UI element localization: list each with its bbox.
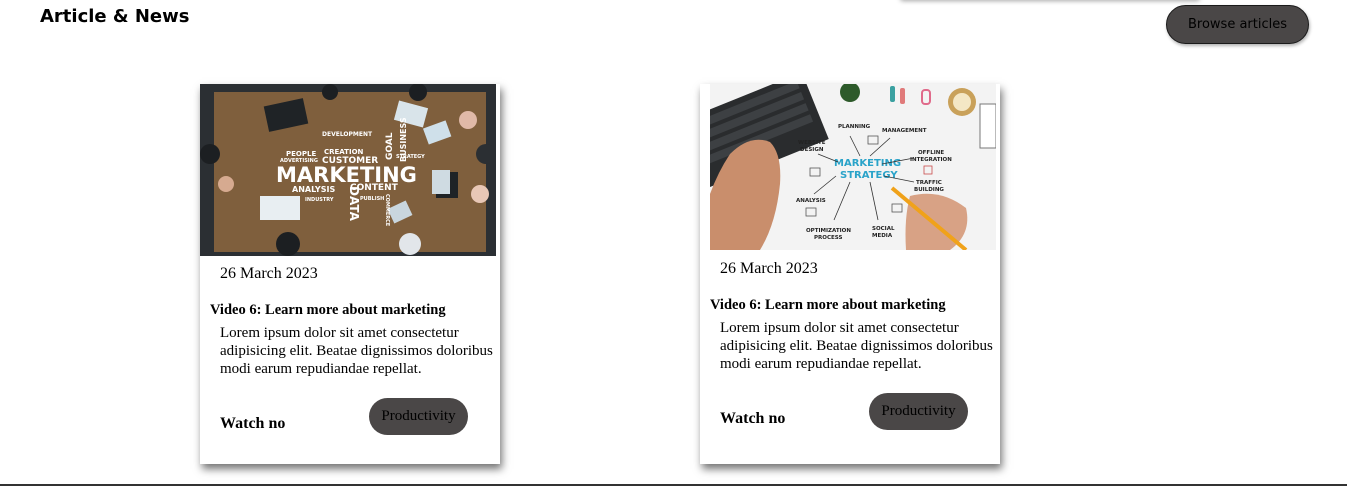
article-date: 26 March 2023 <box>720 260 818 277</box>
svg-text:ANALYSIS: ANALYSIS <box>796 198 826 204</box>
svg-text:SOCIAL: SOCIAL <box>872 226 895 232</box>
svg-text:COMMERCE: COMMERCE <box>384 194 390 227</box>
svg-text:PUBLISH: PUBLISH <box>360 196 384 202</box>
svg-text:STRATEGY: STRATEGY <box>396 154 425 160</box>
svg-text:PROCESS: PROCESS <box>814 235 842 241</box>
article-date: 26 March 2023 <box>220 265 318 282</box>
svg-text:OPTIMIZATION: OPTIMIZATION <box>806 228 851 234</box>
svg-text:STRATEGY: STRATEGY <box>840 170 898 181</box>
svg-text:PEOPLE: PEOPLE <box>286 150 316 158</box>
svg-text:TRAFFIC: TRAFFIC <box>916 180 942 186</box>
svg-text:DESIGN: DESIGN <box>800 147 824 153</box>
article-body: Lorem ipsum dolor sit amet consectetur a… <box>720 320 993 372</box>
productivity-tag-button[interactable]: Productivity <box>369 398 468 435</box>
article-title: Video 6: Learn more about marketing <box>710 297 946 313</box>
svg-text:INTEGRATION: INTEGRATION <box>910 157 952 163</box>
svg-text:PLANNING: PLANNING <box>838 124 871 130</box>
svg-text:INDUSTRY: INDUSTRY <box>305 197 334 203</box>
svg-text:MEDIA: MEDIA <box>872 233 893 239</box>
svg-text:MARKETING: MARKETING <box>834 158 901 169</box>
svg-text:MANAGEMENT: MANAGEMENT <box>882 128 927 134</box>
watch-now-link[interactable]: Watch no <box>720 410 785 428</box>
article-image: MARKETING STRATEGY PLANNING MANAGEMENT W… <box>710 84 996 250</box>
svg-text:WEBSITE: WEBSITE <box>798 140 826 146</box>
productivity-tag-button[interactable]: Productivity <box>869 393 968 430</box>
browse-articles-button[interactable]: Browse articles <box>1166 5 1309 44</box>
watch-now-link[interactable]: Watch no <box>220 415 285 433</box>
article-title: Video 6: Learn more about marketing <box>210 302 446 318</box>
article-card: MARKETING STRATEGY PLANNING MANAGEMENT W… <box>700 84 1000 464</box>
page-title: Article & News <box>40 6 190 27</box>
article-body: Lorem ipsum dolor sit amet consectetur a… <box>220 325 493 377</box>
article-card: DEVELOPMENT CREATION CUSTOMER GOAL BUSIN… <box>200 84 500 464</box>
svg-text:OFFLINE: OFFLINE <box>918 150 944 156</box>
svg-text:DEVELOPMENT: DEVELOPMENT <box>322 131 373 138</box>
article-image: DEVELOPMENT CREATION CUSTOMER GOAL BUSIN… <box>200 84 496 256</box>
svg-text:CREATION: CREATION <box>324 148 364 156</box>
svg-text:CONTENT: CONTENT <box>350 183 399 193</box>
svg-text:ANALYSIS: ANALYSIS <box>292 185 335 194</box>
svg-text:GOAL: GOAL <box>385 132 395 160</box>
svg-text:BUILDING: BUILDING <box>914 187 944 193</box>
